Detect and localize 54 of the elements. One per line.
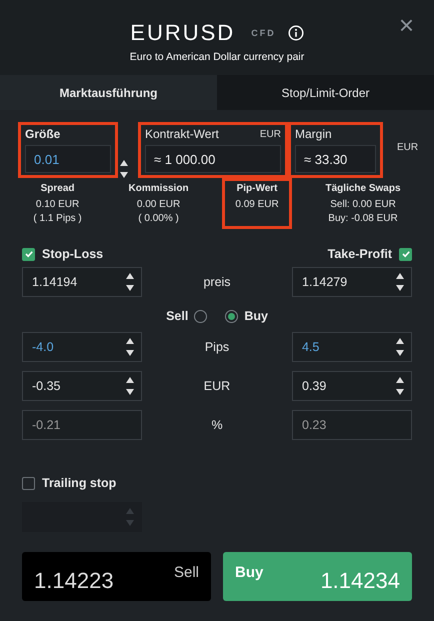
stat-label: Spread [40,183,75,194]
stat-value: ( 1.1 Pips ) [33,213,82,224]
checkmark-icon [24,249,34,259]
field-label: Größe [25,127,62,141]
stepper-icon[interactable] [396,375,404,397]
stat-value: ( 0.00% ) [138,213,179,224]
radio-button[interactable]: Sell [166,309,208,323]
stat-label: Pip-Wert [236,183,278,194]
trailing-stop-field[interactable] [22,502,142,532]
number-field[interactable]: 0.39 [292,371,412,401]
unit-label: EUR [260,128,281,140]
tab[interactable]: Marktausführung [0,75,217,110]
info-icon[interactable] [288,25,304,41]
stat-label: Kommission [128,183,189,194]
stat-value: Sell: 0.00 EUR [330,199,396,210]
instrument-description: Euro to American Dollar currency pair [130,51,304,63]
row-label: preis [203,275,231,289]
number-field[interactable]: -4.0 [22,332,142,362]
contract-value-field: ≈ 1 000.00 [145,145,281,173]
instrument-title: EURUSD [130,20,236,46]
number-field[interactable]: 0.23 [292,410,412,440]
row-label: EUR [204,379,230,393]
size-field[interactable]: 0.01 [25,145,111,173]
take-profit-checkbox[interactable]: Take-Profit [328,247,412,261]
tab[interactable]: Stop/Limit-Order [217,75,434,110]
trailing-stop-checkbox[interactable]: Trailing stop [0,476,434,490]
number-field[interactable]: -0.35 [22,371,142,401]
number-field[interactable]: 1.14194 [22,267,142,297]
unit-label: EUR [397,142,418,153]
stat-label: Tägliche Swaps [326,183,401,194]
stat-value: Buy: -0.08 EUR [328,213,398,224]
stepper-icon[interactable] [396,271,404,293]
margin-field: ≈ 33.30 [295,145,376,173]
stat-value: 0.09 EUR [235,199,279,210]
close-button[interactable]: × [394,12,418,38]
stepper-icon[interactable] [120,158,128,180]
checkmark-icon [400,249,410,259]
radio-button[interactable]: Buy [225,309,268,323]
number-field[interactable]: -0.21 [22,410,142,440]
number-field[interactable]: 4.5 [292,332,412,362]
stat-value: 0.00 EUR [136,199,180,210]
sell-button[interactable]: 1.14223 Sell [22,552,211,601]
field-label: Kontrakt-Wert [145,127,219,141]
row-label: % [211,418,223,432]
stepper-icon[interactable] [126,375,134,397]
stepper-icon[interactable] [396,336,404,358]
stepper-icon[interactable] [126,336,134,358]
field-label: Margin [295,127,333,141]
stat-value: 0.10 EUR [36,199,80,210]
row-label: Pips [204,340,230,354]
stepper-icon[interactable] [126,271,134,293]
stop-loss-checkbox[interactable]: Stop-Loss [22,247,104,261]
instrument-type-label: CFD [251,28,276,38]
number-field[interactable]: 1.14279 [292,267,412,297]
